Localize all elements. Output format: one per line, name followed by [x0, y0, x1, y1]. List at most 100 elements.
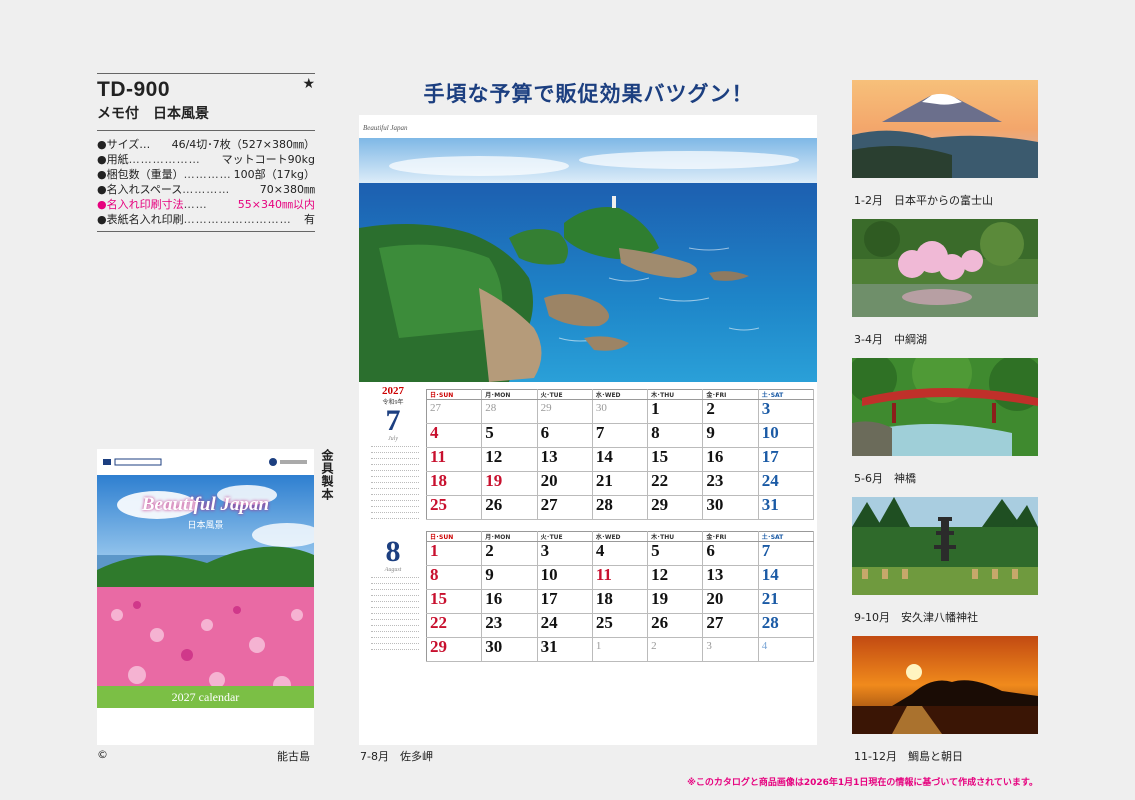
day-number: 3	[761, 399, 771, 418]
cover-jp-title: 日本風景	[187, 521, 224, 531]
day-cell: 27	[537, 495, 593, 520]
cover-header	[97, 449, 314, 475]
day-cell: 1	[647, 399, 704, 424]
day-cell: 26	[647, 613, 704, 638]
day-number: 4	[761, 640, 768, 652]
thumbnail-photo	[852, 219, 1038, 317]
day-number: 30	[595, 402, 607, 414]
day-number: 12	[651, 565, 669, 584]
thumbnail-caption: 9-10月 安久津八幡神社	[854, 611, 978, 624]
day-number: 1	[430, 541, 439, 560]
day-number: 5	[651, 541, 660, 560]
copyright-mark: ©	[97, 748, 108, 761]
weekday-header: 水･WED	[592, 389, 649, 400]
day-number: 17	[761, 447, 779, 466]
day-cell: 17	[758, 447, 815, 472]
day-number: 12	[485, 447, 503, 466]
weekday-header: 日･SUN	[426, 389, 483, 400]
thumbnail-photo	[852, 80, 1038, 178]
day-number: 2	[485, 541, 494, 560]
day-number: 11	[595, 565, 612, 584]
day-number: 7	[761, 541, 771, 560]
day-number: 27	[706, 613, 724, 632]
day-number: 30	[485, 637, 503, 656]
day-number: 13	[706, 565, 724, 584]
day-number: 28	[485, 402, 497, 414]
day-cell: 16	[702, 447, 759, 472]
spec-row: ●梱包数（重量）………… 100部（17kg）	[97, 168, 315, 181]
day-cell: 4	[592, 541, 649, 566]
day-number: 10	[540, 565, 558, 584]
day-number: 23	[706, 471, 724, 490]
day-number: 22	[430, 613, 447, 632]
day-number: 20	[540, 471, 558, 490]
month-grid: 日･SUN 月･MON 火･TUE 水･WED 木･THU 金･FRI 土･SAT 27 28 2…	[426, 389, 815, 520]
day-cell: 31	[537, 637, 593, 662]
weekday-header: 金･FRI	[702, 531, 759, 542]
day-number: 10	[761, 423, 779, 442]
day-number: 25	[595, 613, 613, 632]
day-cell: 2	[647, 637, 704, 662]
day-cell: 11	[426, 447, 483, 472]
day-cell: 6	[537, 423, 593, 448]
day-cell: 23	[702, 471, 759, 496]
day-cell: 14	[592, 447, 649, 472]
day-number: 28	[595, 495, 613, 514]
day-cell: 28	[481, 399, 538, 424]
day-number: 3	[540, 541, 550, 560]
headline: 手頃な予算で販促効果バツグン！	[423, 81, 754, 106]
thumbnail-mar-apr	[852, 219, 1038, 317]
day-cell: 21	[592, 471, 649, 496]
spec-row: ●表紙名入れ印刷……………………… 有	[97, 213, 315, 226]
day-number: 19	[651, 589, 669, 608]
main-photo	[359, 138, 817, 382]
day-number: 13	[540, 447, 558, 466]
weekday-header: 土･SAT	[758, 389, 815, 400]
day-number: 6	[706, 541, 715, 560]
thumbnail-photo	[852, 497, 1038, 595]
spec-row-highlight: ●名入れ印刷寸法…… 55×340㎜以内	[97, 198, 315, 211]
month-english: July	[388, 436, 398, 442]
day-number: 14	[761, 565, 779, 584]
day-cell: 4	[426, 423, 483, 448]
day-cell: 8	[647, 423, 704, 448]
day-number: 6	[540, 423, 550, 442]
day-number: 14	[595, 447, 613, 466]
day-number: 26	[485, 495, 503, 514]
day-number: 24	[761, 471, 779, 490]
day-number: 4	[595, 541, 605, 560]
day-cell: 18	[592, 589, 649, 614]
day-cell: 29	[647, 495, 704, 520]
day-number: 15	[430, 589, 447, 608]
day-cell: 29	[426, 637, 483, 662]
day-number: 31	[761, 495, 779, 514]
day-number: 2	[706, 399, 715, 418]
day-cell: 3	[758, 399, 815, 424]
day-cell: 19	[647, 589, 704, 614]
product-info: TD-900 ★ メモ付 日本風景 ●サイズ… 46/4切･7枚（527×380㎜…	[97, 73, 315, 232]
day-cell: 27	[426, 399, 483, 424]
month-grid: 日･SUN 月･MON 火･TUE 水･WED 木･THU 金･FRI 土･SAT 1 2 3 4 5…	[426, 531, 815, 662]
day-number: 28	[761, 613, 779, 632]
star-icon: ★	[302, 76, 315, 92]
day-number: 27	[540, 495, 558, 514]
memo-lines	[361, 446, 425, 522]
day-number: 30	[706, 495, 724, 514]
month-number: 7	[385, 404, 401, 437]
day-cell: 27	[702, 613, 759, 638]
day-number: 21	[761, 589, 779, 608]
cover-script-title: Beautiful Japan	[141, 494, 270, 515]
thumbnail-photo	[852, 358, 1038, 456]
day-number: 7	[595, 423, 605, 442]
day-cell: 6	[702, 541, 759, 566]
day-number: 23	[485, 613, 503, 632]
day-number: 9	[706, 423, 715, 442]
day-cell: 13	[537, 447, 593, 472]
day-cell: 7	[592, 423, 649, 448]
day-cell: 12	[647, 565, 704, 590]
cover-caption: 能古島	[277, 750, 310, 763]
day-number: 16	[485, 589, 503, 608]
thumbnail-caption: 11-12月 鯛島と朝日	[854, 750, 963, 763]
day-number: 20	[706, 589, 724, 608]
day-cell: 17	[537, 589, 593, 614]
